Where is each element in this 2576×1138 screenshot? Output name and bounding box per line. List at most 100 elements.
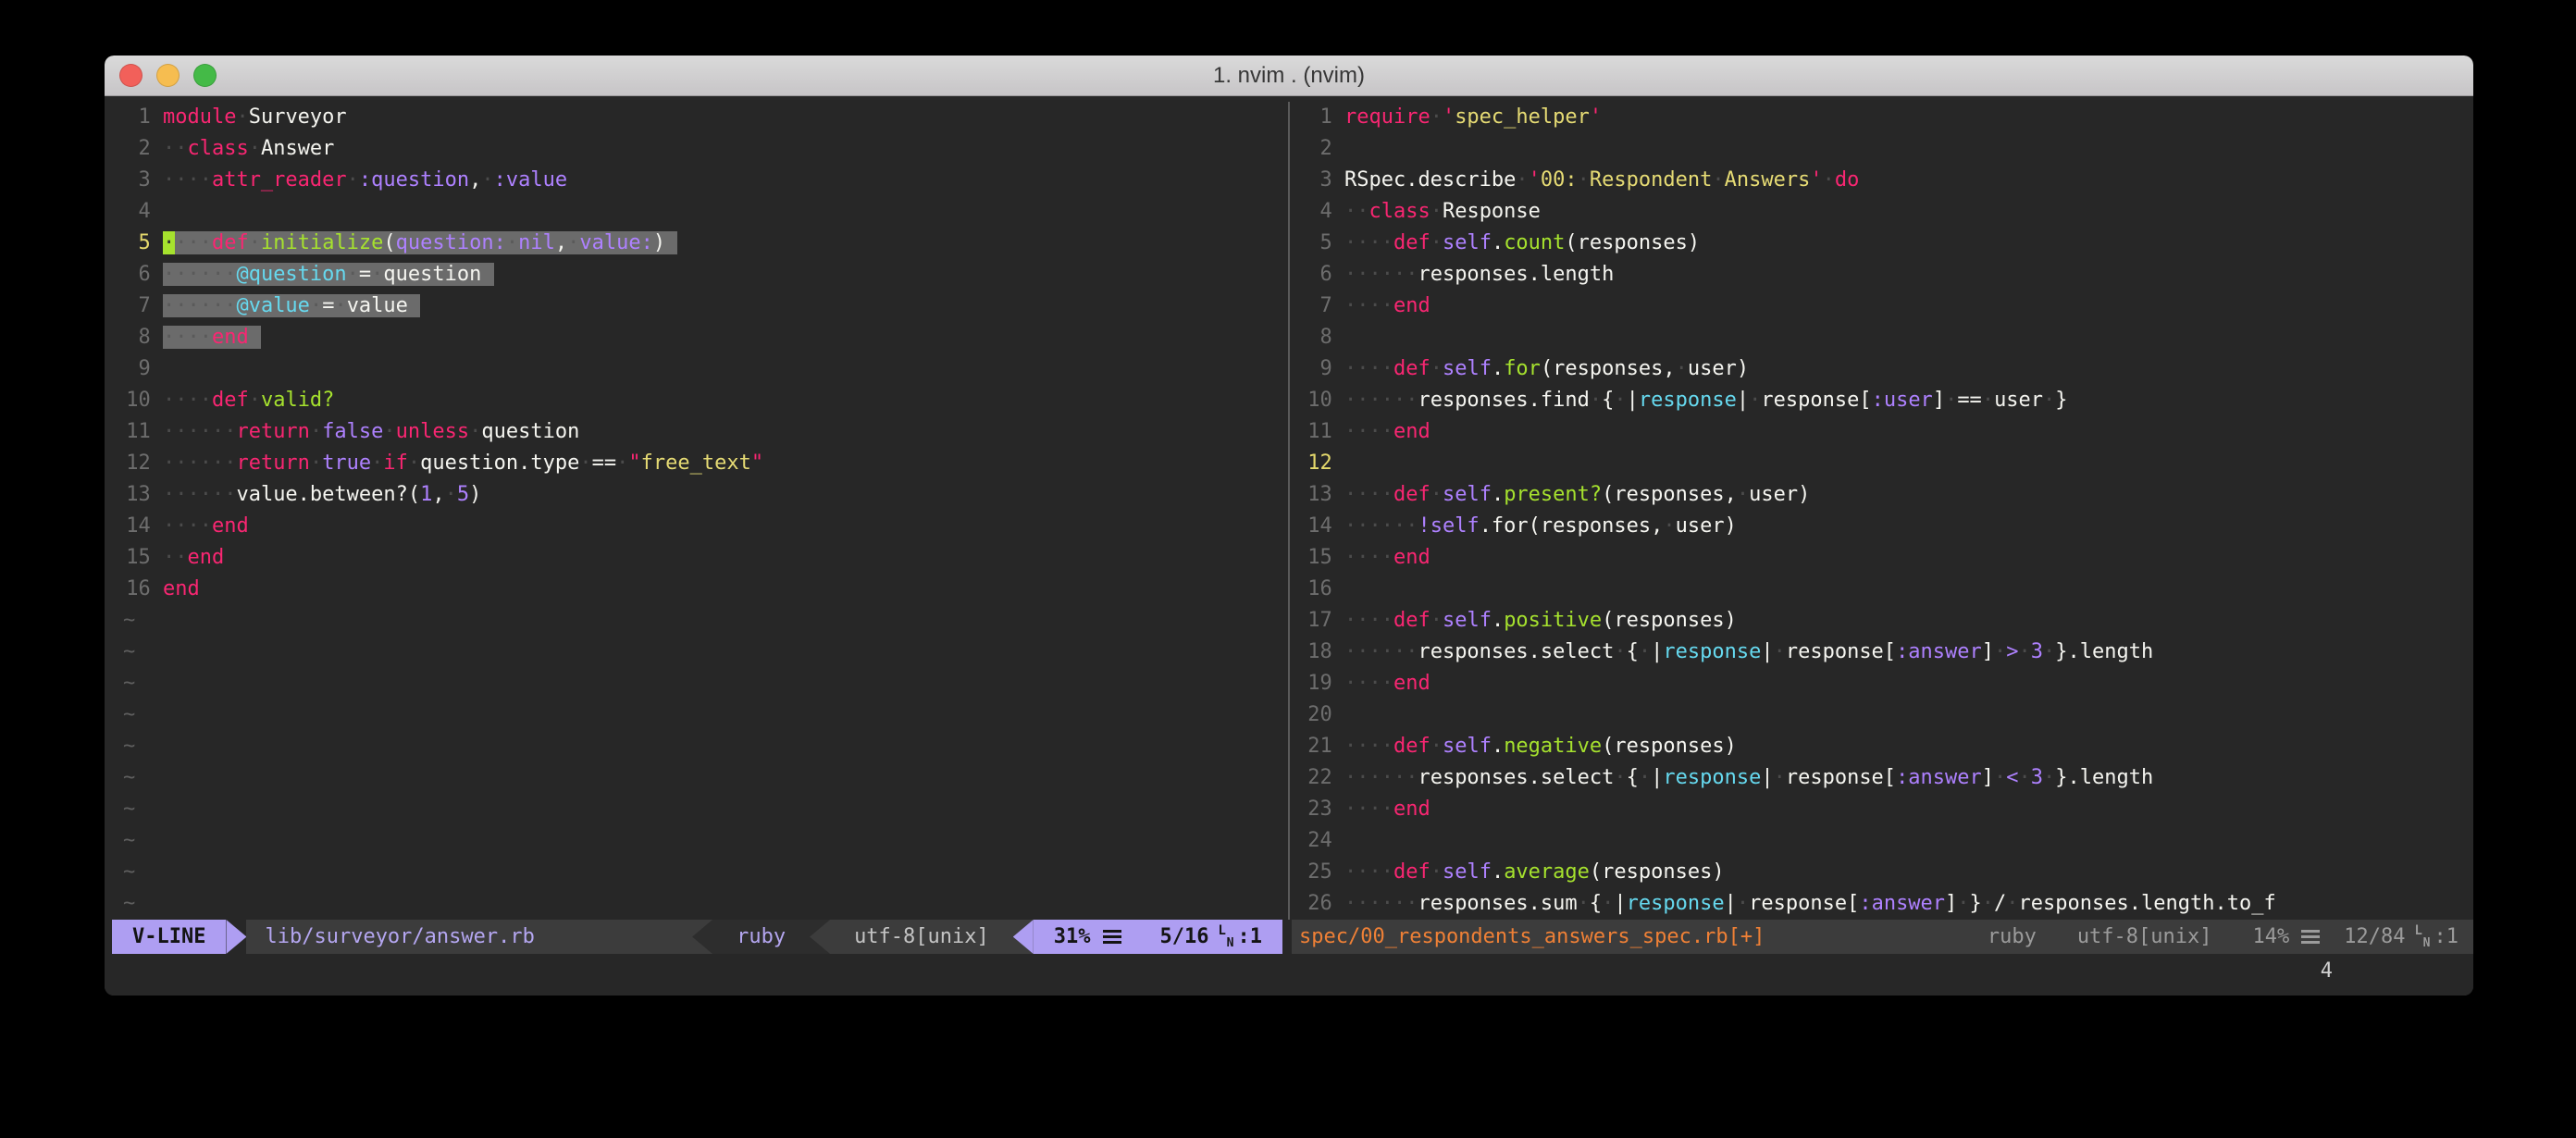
line-number: 12	[114, 448, 151, 479]
code-token: (responses)	[1602, 735, 1737, 758]
code-token: user)	[1676, 514, 1737, 538]
code-token: end	[212, 514, 249, 538]
code-token: end	[1393, 546, 1430, 569]
space-dots: ·	[567, 231, 579, 254]
space-dots: ··	[1344, 200, 1369, 223]
code-token: responses.sum	[1418, 892, 1577, 915]
code-line: 6······responses.length	[1295, 259, 2473, 291]
mode-indicator: V-LINE	[112, 920, 226, 954]
code-line: 1module·Surveyor	[114, 102, 1288, 133]
line-position: 12/84	[2344, 925, 2405, 948]
line-number: 10	[1295, 385, 1332, 416]
code-token: }.length	[2055, 766, 2153, 789]
line-number: 10	[114, 385, 151, 416]
code-line: 17····def·self.positive(responses)	[1295, 605, 2473, 637]
line-number: 4	[114, 196, 151, 228]
space-dots: ·	[1749, 389, 1761, 412]
empty-line-tilde: ~	[114, 762, 1288, 794]
code-token: responses.select	[1418, 640, 1614, 663]
space-dots: ······	[1344, 766, 1418, 789]
line-number: 22	[1295, 762, 1332, 794]
code-token: end	[1393, 294, 1430, 317]
statusline-left: V-LINE lib/surveyor/answer.rb ruby utf-8…	[105, 920, 1290, 954]
code-token: user)	[1688, 357, 1749, 380]
command-line[interactable]: 4	[105, 954, 2473, 989]
code-token: self	[1443, 609, 1492, 632]
code-token: user	[1994, 389, 2043, 412]
column-number: 1	[1250, 925, 1262, 948]
code-token: value:	[579, 231, 652, 254]
code-token: true	[322, 451, 371, 475]
space-dots: ·	[1614, 640, 1626, 663]
empty-line-tilde: ~	[114, 605, 1288, 637]
space-dots: ······	[163, 451, 236, 475]
code-line: 11······return·false·unless·question	[114, 416, 1288, 448]
space-dots: ·	[2043, 389, 2055, 412]
space-dots: ······	[1344, 892, 1418, 915]
code-token: ==	[592, 451, 617, 475]
editor-right[interactable]: 1require·'spec_helper'23RSpec.describe·'…	[1290, 102, 2473, 920]
code-token: '	[1590, 105, 1602, 129]
line-number: 11	[1295, 416, 1332, 448]
code-token: (responses)	[1590, 860, 1725, 884]
space-dots: ·	[1430, 609, 1443, 632]
code-token: def	[1393, 735, 1430, 758]
code-token: >	[2006, 640, 2018, 663]
code-token: <	[2006, 766, 2018, 789]
file-path: spec/00_respondents_answers_spec.rb[+]	[1299, 925, 1765, 948]
space-dots: ·	[1957, 892, 1969, 915]
space-dots: ······	[1344, 514, 1418, 538]
code-token: {	[1627, 640, 1639, 663]
code-token: for	[1504, 357, 1541, 380]
line-number: 3	[114, 165, 151, 196]
code-token: user)	[1749, 483, 1810, 506]
space-dots: ····	[163, 514, 212, 538]
code-line: 7····end	[1295, 291, 2473, 322]
screen: 1. nvim . (nvim) 1module·Surveyor2··clas…	[0, 0, 2576, 1138]
space-dots: ·	[1663, 514, 1675, 538]
code-token: def	[1393, 609, 1430, 632]
space-dots: ·	[1774, 766, 1786, 789]
line-number: 8	[114, 322, 151, 353]
line-number: 5	[114, 228, 151, 259]
line-number: 3	[1295, 165, 1332, 196]
code-line: 10······responses.find·{·|response|·resp…	[1295, 385, 2473, 416]
code-token: average	[1504, 860, 1590, 884]
space-dots: ·	[1578, 892, 1590, 915]
code-token: end	[163, 577, 200, 600]
space-dots: ··	[163, 137, 188, 160]
line-number: 13	[1295, 479, 1332, 511]
code-token: }	[1970, 892, 1982, 915]
line-number: 17	[1295, 605, 1332, 637]
code-line: 4	[114, 196, 1288, 228]
space-dots: ······	[163, 483, 236, 506]
space-dots: ·	[1578, 168, 1590, 192]
line-number-icon: LN	[1219, 925, 1234, 949]
space-dots: ·	[2019, 640, 2031, 663]
titlebar[interactable]: 1. nvim . (nvim)	[105, 56, 2473, 96]
code-token: (responses)	[1602, 609, 1737, 632]
space-dots: ·	[334, 294, 346, 317]
code-token: }.length	[2055, 640, 2153, 663]
code-token: ,	[432, 483, 444, 506]
code-token: |	[1614, 892, 1626, 915]
code-line: 11····end	[1295, 416, 2473, 448]
space-dots: ····	[1344, 672, 1393, 695]
code-line: 6······@question·=·question	[114, 259, 1288, 291]
empty-line-tilde: ~	[114, 857, 1288, 888]
space-dots: ······	[163, 294, 236, 317]
space-dots: ·	[1430, 483, 1443, 506]
space-dots: ····	[1344, 294, 1393, 317]
code-token: '	[1529, 168, 1541, 192]
scroll-percent: 14%	[2253, 925, 2290, 948]
code-token: class	[187, 137, 248, 160]
code-line: 13····def·self.present?(responses,·user)	[1295, 479, 2473, 511]
space-dots: ·	[1639, 766, 1651, 789]
editor-split: 1module·Surveyor2··class·Answer3····attr…	[105, 96, 2473, 920]
code-token: :question	[359, 168, 469, 192]
line-number: 23	[1295, 794, 1332, 825]
editor-left[interactable]: 1module·Surveyor2··class·Answer3····attr…	[105, 102, 1288, 920]
space-dots: ·	[1614, 766, 1626, 789]
empty-line-tilde: ~	[114, 637, 1288, 668]
code-token: value	[347, 294, 408, 317]
